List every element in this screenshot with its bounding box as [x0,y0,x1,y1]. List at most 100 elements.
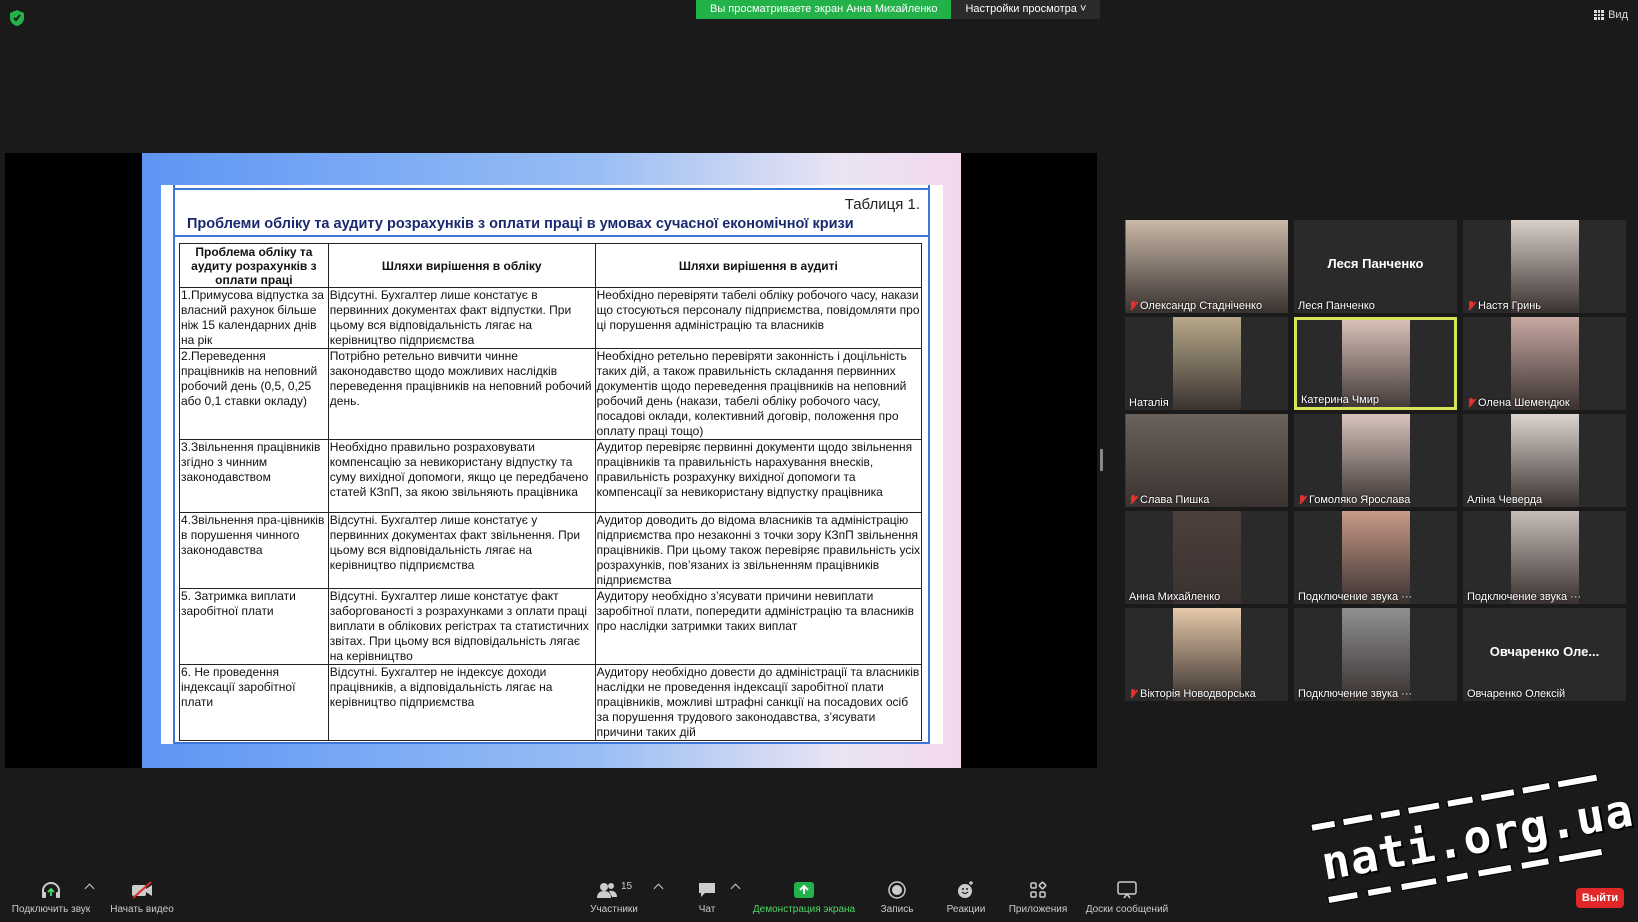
mic-muted-icon [1467,301,1475,311]
whiteboards-button[interactable]: Доски сообщений [1082,880,1172,915]
join-audio-label: Подключить звук [11,904,91,915]
record-button[interactable]: Запись [876,880,918,915]
chat-label: Чат [698,904,716,915]
participant-tile[interactable]: Наталія [1125,317,1288,410]
participant-label: Аліна Чеверда [1467,494,1542,506]
participant-label: Овчаренко Олексій [1467,688,1565,700]
table-number: Таблиця 1. [844,196,920,213]
share-screen-button[interactable]: Демонстрация экрана [750,880,858,915]
table-row: 4.Звільнення пра-цівників в порушення чи… [179,512,923,589]
participant-label: Олександр Стадніченко [1129,300,1262,312]
table-cell: Необхідно ретельно перевіряти законність… [594,348,923,440]
participant-tile[interactable]: Подключение звука ··· [1294,608,1457,701]
table-cell: Відсутні. Бухгалтер лише констатує у пер… [327,512,596,589]
participant-tile[interactable]: Настя Гринь [1463,220,1626,313]
participant-tile[interactable]: Слава Пишка [1125,414,1288,507]
mic-muted-icon [1129,301,1137,311]
screen-share-banner: Вы просматриваете экран Анна Михайленко … [696,0,1101,19]
table-cell: 1.Примусова відпустка за власний рахунок… [179,287,329,349]
table-header: Шляхи вирішення в аудиті [594,243,923,288]
participant-tile[interactable]: Подключение звука ··· [1294,511,1457,604]
table-cell: 2.Переведення працівників на неповний ро… [179,348,329,440]
leave-button[interactable]: Выйти [1576,888,1624,908]
record-icon [888,881,906,899]
participant-name: Вікторія Новодворська [1140,688,1256,700]
viewing-screen-text: Вы просматриваете экран Анна Михайленко [696,0,952,19]
participant-name: Аліна Чеверда [1467,494,1543,506]
participant-tile[interactable]: Леся Панченко Леся Панченко [1294,220,1457,313]
participants-button[interactable]: 15 Участники [586,880,642,916]
mic-muted-icon [1129,495,1137,505]
share-screen-icon [794,882,814,898]
video-off-icon [132,881,152,899]
participant-tile[interactable]: Гомоляко Ярослава [1294,414,1457,507]
mic-muted-icon [1298,495,1306,505]
apps-button[interactable]: Приложения [1006,880,1070,915]
participant-tile[interactable]: Олександр Стадніченко [1125,220,1288,313]
join-audio-button[interactable]: Подключить звук [8,880,94,915]
participant-name: Гомоляко Ярослава [1309,494,1411,506]
participant-label: Анна Михайленко [1129,591,1220,603]
apps-label: Приложения [1008,904,1068,915]
view-settings-button[interactable]: Настройки просмотра ˅ [951,0,1101,19]
participant-label: Вікторія Новодворська [1129,688,1256,700]
participants-label: Участники [590,904,638,915]
chat-icon [699,883,715,897]
view-label: Вид [1608,9,1628,21]
view-button[interactable]: Вид [1594,9,1628,21]
problems-table: Проблема обліку та аудиту розрахунків з … [179,243,923,741]
participant-tile[interactable]: Овчаренко Оле... Овчаренко Олексій [1463,608,1626,701]
slide-title-box: Таблиця 1. Проблеми обліку та аудиту роз… [173,188,930,237]
participant-label: Подключение звука ··· [1298,591,1412,603]
participant-tile[interactable]: Аліна Чеверда [1463,414,1626,507]
security-shield-icon[interactable] [9,9,25,27]
table-row: 6. Не проведення індексації заробітної п… [179,664,923,741]
participant-display-name: Леся Панченко [1327,256,1424,271]
participant-tile[interactable]: Катерина Чмир [1294,317,1457,410]
participants-count: 15 [620,880,633,892]
participant-label: Гомоляко Ярослава [1298,494,1410,506]
participant-tile[interactable]: Подключение звука ··· [1463,511,1626,604]
participant-name: Настя Гринь [1478,300,1542,312]
table-row: 3.Звільнення працівників згідно з чинним… [179,439,923,513]
participant-name: Анна Михайленко [1129,591,1221,603]
participant-name: Олена Шемендюк [1478,397,1570,409]
participant-label: Слава Пишка [1129,494,1209,506]
whiteboards-label: Доски сообщений [1085,904,1169,915]
slide-content: Таблиця 1. Проблеми обліку та аудиту роз… [161,185,943,744]
table-cell: Аудитору необхідно довести до адміністра… [594,664,923,741]
participant-label: Настя Гринь [1467,300,1541,312]
participant-tile[interactable]: Анна Михайленко [1125,511,1288,604]
participant-label: Катерина Чмир [1301,394,1379,406]
table-cell: Аудитор доводить до відома власників та … [594,512,923,589]
participant-label: Подключение звука ··· [1298,688,1412,700]
participants-options-chevron-icon[interactable] [653,883,664,894]
presentation-slide: Таблиця 1. Проблеми обліку та аудиту роз… [142,153,961,768]
chat-options-chevron-icon[interactable] [730,883,741,894]
participant-name: Катерина Чмир [1301,394,1379,406]
table-cell: 4.Звільнення пра-цівників в порушення чи… [179,512,329,589]
participant-label: Олена Шемендюк [1467,397,1570,409]
view-settings-label: Настройки просмотра [965,3,1077,15]
start-video-button[interactable]: Начать видео [106,880,178,915]
participant-tile[interactable]: Олена Шемендюк [1463,317,1626,410]
table-cell: Відсутні. Бухгалтер не індексує доходи п… [327,664,596,741]
table-cell: Необхідно правильно розраховувати компен… [327,439,596,513]
table-header: Проблема обліку та аудиту розрахунків з … [179,243,329,288]
apps-icon [1030,881,1047,898]
panel-resize-handle[interactable] [1100,449,1103,471]
table-cell: Відсутні. Бухгалтер лише констатує в пер… [327,287,596,349]
participant-label: Подключение звука ··· [1467,591,1581,603]
table-cell: Аудитор перевіряє первинні документи щод… [594,439,923,513]
mic-muted-icon [1467,398,1475,408]
start-video-label: Начать видео [110,904,174,915]
participant-video [1172,317,1241,410]
reactions-button[interactable]: Реакции [944,880,988,915]
participant-label: Леся Панченко [1298,300,1375,312]
table-cell: Потрібно ретельно вивчити чинне законода… [327,348,596,440]
chat-button[interactable]: Чат [690,880,724,915]
participant-label: Наталія [1129,397,1169,409]
participant-name: Наталія [1129,397,1169,409]
participant-name: Леся Панченко [1298,300,1375,312]
participant-tile[interactable]: Вікторія Новодворська [1125,608,1288,701]
